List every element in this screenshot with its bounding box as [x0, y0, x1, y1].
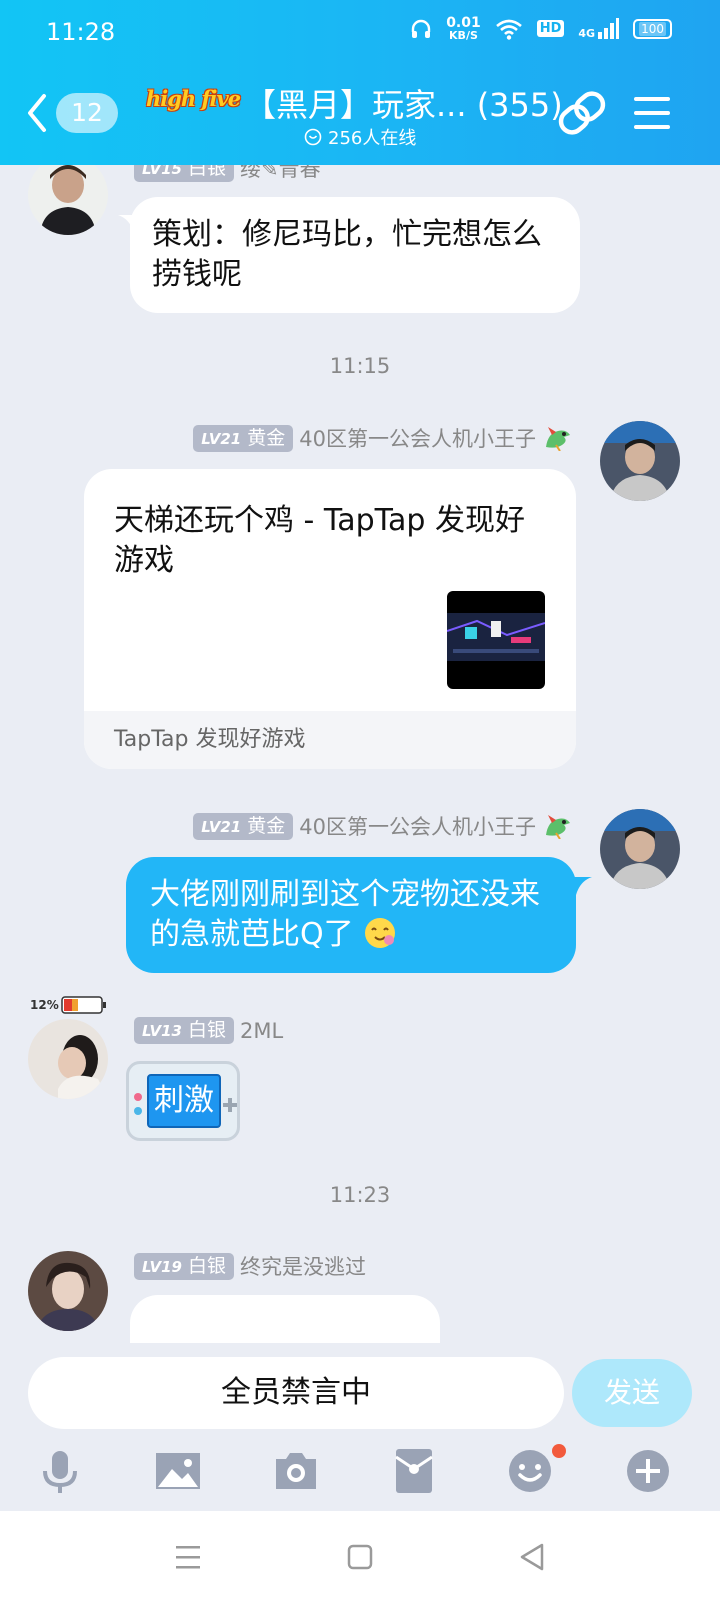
online-count: 256人在线 [304, 124, 416, 150]
chat-messages[interactable]: LV15 白银 缕✎青春 策划：修尼玛比，忙完想怎么捞钱呢 11:15 LV21 黄… [0, 165, 720, 1343]
level-tag: LV21 黄金 [193, 812, 294, 840]
wifi-icon [495, 19, 522, 40]
sender-name[interactable]: 2ML [240, 1019, 283, 1043]
net-speed: 0.01 KB/S [446, 16, 481, 41]
level-label: LV15 [142, 165, 182, 178]
hd-badge: HD [536, 20, 565, 37]
timestamp: 11:23 [329, 1183, 391, 1207]
rank-label: 白银 [187, 165, 226, 179]
sender-name[interactable]: 40区第一公会人机小王子 [299, 811, 536, 841]
hamburger-menu-icon[interactable] [634, 96, 670, 130]
red-packet-icon[interactable] [390, 1447, 438, 1495]
online-check-icon [304, 128, 322, 146]
muted-input-field: 全员禁言中 [28, 1357, 564, 1429]
drooling-emoji-icon [365, 918, 396, 948]
dragon-badge-icon [546, 427, 570, 451]
message-meta: LV15 白银 缕✎青春 [134, 165, 321, 183]
gamepad-buttons-icon [134, 1093, 142, 1115]
message-meta: LV21 黄金 40区第一公会人机小王子 [193, 423, 572, 453]
level-tag: LV13 白银 [134, 1017, 234, 1044]
dpad-icon [223, 1098, 237, 1112]
plus-icon[interactable] [624, 1447, 672, 1495]
level-tag: LV19 白银 [134, 1252, 234, 1280]
system-nav-bar [0, 1511, 720, 1600]
message-meta: LV21 黄金 40区第一公会人机小王子 [193, 811, 572, 841]
recent-apps-icon[interactable] [164, 1533, 212, 1581]
status-icons: 0.01 KB/S HD 4G 100 [410, 16, 672, 41]
sticker[interactable]: 刺激 [126, 1061, 240, 1141]
send-button[interactable]: 发送 [572, 1359, 692, 1427]
link-card[interactable]: 天梯还玩个鸡 - TapTap 发现好游戏 TapTap 发现好游戏 [84, 469, 576, 769]
link-title: 天梯还玩个鸡 - TapTap 发现好游戏 [114, 503, 526, 578]
microphone-icon[interactable] [36, 1447, 84, 1495]
avatar[interactable] [28, 1251, 108, 1331]
timestamp: 11:15 [329, 354, 391, 378]
battery-badge-label: 12% [30, 998, 59, 1012]
avatar[interactable] [600, 809, 680, 889]
link-icon[interactable] [556, 88, 608, 138]
message-bubble[interactable] [130, 1295, 440, 1343]
message-bubble[interactable]: 策划：修尼玛比，忙完想怎么捞钱呢 [130, 197, 580, 313]
avatar[interactable] [600, 421, 680, 501]
rank-label: 黄金 [247, 814, 286, 837]
level-label: LV13 [142, 1022, 182, 1040]
battery-indicator: 100 [633, 18, 672, 39]
dragon-badge-icon [546, 815, 570, 839]
sender-name[interactable]: 40区第一公会人机小王子 [299, 423, 536, 453]
sender-name[interactable]: 终究是没逃过 [240, 1251, 366, 1281]
low-battery-icon [60, 996, 106, 1014]
notification-dot [552, 1444, 566, 1458]
sticker-text: 刺激 [147, 1074, 221, 1128]
level-label: LV19 [142, 1257, 182, 1276]
group-logo: high five [146, 86, 241, 111]
emoji-icon[interactable] [506, 1447, 554, 1495]
back-button[interactable]: 12 [26, 88, 130, 138]
message-meta: LV13 白银 2ML [134, 1017, 283, 1044]
message-text: 大佬刚刚刷到这个宠物还没来的急就芭比Q了 [150, 877, 540, 952]
battery-level: 100 [639, 21, 666, 36]
level-tag: LV15 白银 [134, 165, 234, 182]
message-meta: LV19 白银 终究是没逃过 [134, 1251, 366, 1281]
chevron-left-icon [28, 94, 46, 132]
camera-icon[interactable] [272, 1447, 320, 1495]
online-text: 256人在线 [328, 128, 417, 149]
sender-name[interactable]: 缕✎青春 [240, 165, 321, 183]
rank-label: 白银 [187, 1019, 226, 1041]
link-source: TapTap 发现好游戏 [84, 711, 576, 769]
back-nav-icon[interactable] [508, 1533, 556, 1581]
message-bubble-own[interactable]: 大佬刚刚刷到这个宠物还没来的急就芭比Q了 [126, 857, 576, 973]
rank-label: 白银 [187, 1254, 226, 1277]
avatar[interactable] [28, 165, 108, 235]
avatar[interactable] [28, 1019, 108, 1099]
rank-label: 黄金 [247, 426, 286, 449]
link-thumbnail [447, 591, 545, 689]
signal-4g-label: 4G [578, 26, 596, 40]
chat-header: 11:28 0.01 KB/S HD 4G 100 12 high five 【黑… [0, 0, 720, 165]
battery-badge: 12% [30, 995, 107, 1015]
level-tag: LV21 黄金 [193, 424, 294, 452]
headphones-icon [411, 19, 431, 38]
input-bar: 全员禁言中 发送 [0, 1343, 720, 1511]
unread-count-badge: 12 [56, 93, 118, 133]
signal-icon: 4G [578, 17, 620, 40]
net-speed-value: 0.01 [446, 15, 481, 31]
group-title[interactable]: 【黑月】玩家... (355) [244, 80, 563, 126]
level-label: LV21 [201, 429, 242, 448]
level-label: LV21 [201, 817, 242, 836]
home-icon[interactable] [336, 1533, 384, 1581]
status-time: 11:28 [46, 18, 116, 46]
image-icon[interactable] [154, 1447, 202, 1495]
net-speed-unit: KB/S [449, 29, 478, 42]
